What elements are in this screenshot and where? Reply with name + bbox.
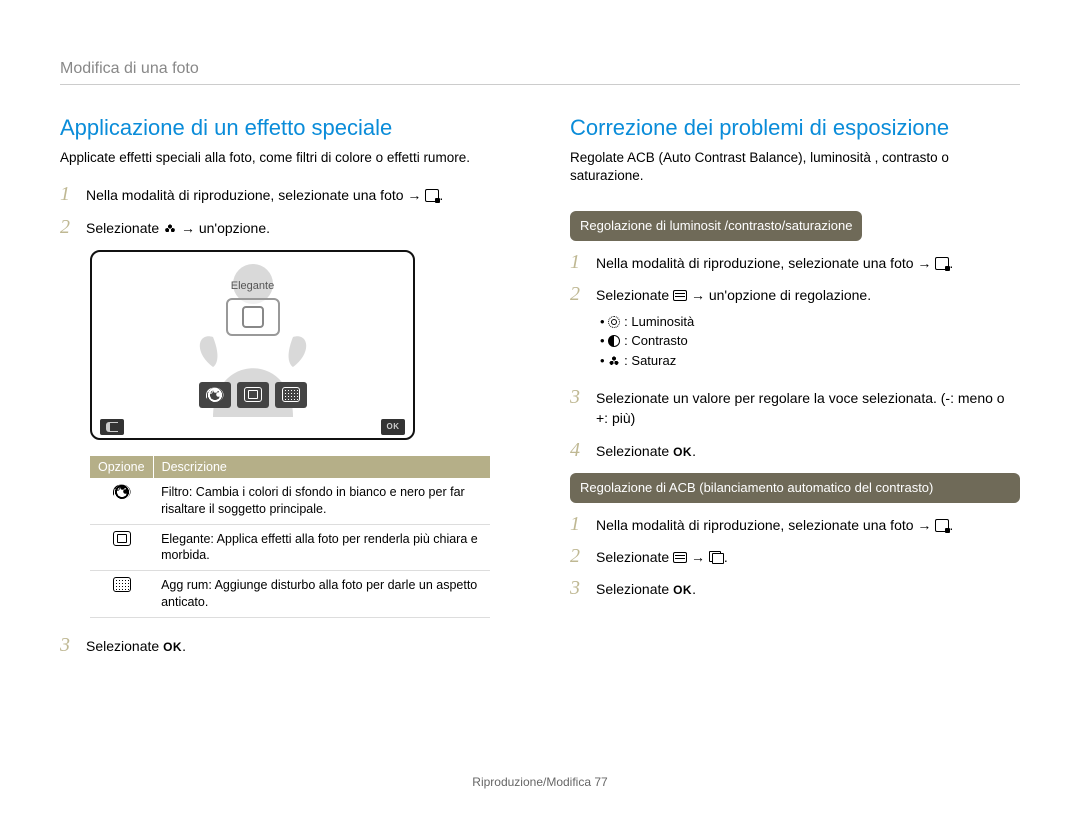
fx-icon [163, 221, 177, 235]
step-number: 1 [570, 514, 586, 534]
step2-text-b: un'opzione. [195, 220, 270, 236]
edit-icon [935, 519, 949, 532]
r2s2-a: Selezionate [596, 549, 673, 565]
footer-page: 77 [594, 775, 607, 789]
right-column: Correzione dei problemi di esposizione R… [570, 115, 1020, 668]
step-number: 2 [60, 217, 76, 237]
step3-text-b: . [182, 638, 186, 654]
step-number: 3 [60, 635, 76, 655]
brightness-icon [608, 316, 620, 328]
edit-icon [425, 189, 439, 202]
th-option: Opzione [90, 456, 153, 478]
screen-option-palette[interactable] [199, 382, 231, 408]
row-label: Filtro [161, 485, 189, 499]
noise-icon [113, 577, 131, 592]
subsection-tag-1: Regolazione di luminosit /contrasto/satu… [570, 211, 862, 241]
screen-preset-label: Elegante [92, 280, 413, 292]
step2-text-a: Selezionate [86, 220, 163, 236]
screen-footer: OK [92, 416, 413, 438]
r1s4-b: . [692, 443, 696, 459]
palette-icon [113, 484, 131, 500]
divider [60, 84, 1020, 85]
step-number: 1 [570, 252, 586, 272]
row-label: Elegante [161, 532, 210, 546]
row-desc: : Aggiunge disturbo alla foto per darle … [161, 578, 477, 609]
elegant-icon [113, 531, 131, 546]
left-steps: 1 Nella modalità di riproduzione, selezi… [60, 185, 510, 238]
ok-label: OK [673, 445, 692, 459]
screen-back-button[interactable] [100, 419, 124, 435]
step1-text-a: Nella modalità di riproduzione, selezion… [86, 187, 407, 203]
right-title: Correzione dei problemi di esposizione [570, 115, 1020, 141]
row-label: Agg rum [161, 578, 208, 592]
table-row: Elegante: Applica effetti alla foto per … [90, 524, 490, 571]
saturation-icon [608, 355, 620, 367]
r1s3: Selezionate un valore per regolare la vo… [596, 388, 1020, 429]
edit-icon [935, 257, 949, 270]
bullet-label: : Contrasto [624, 333, 688, 348]
table-row: Agg rum: Aggiunge disturbo alla foto per… [90, 571, 490, 618]
r1s1-a: Nella modalità di riproduzione, selezion… [596, 255, 917, 271]
screen-option-noise[interactable] [275, 382, 307, 408]
options-table: Opzione Descrizione Filtro: Cambia i col… [90, 456, 490, 618]
step-number: 3 [570, 387, 586, 407]
footer-section: Riproduzione/Modifica [472, 775, 594, 789]
bullet-label: : Saturaz [624, 353, 676, 368]
table-row: Filtro: Cambia i colori di sfondo in bia… [90, 478, 490, 524]
left-steps-2: 3 Selezionate OK. [60, 636, 510, 656]
adjust-icon [673, 290, 687, 301]
ok-label: OK [673, 583, 692, 597]
camera-screen-mock: Elegante OK [90, 250, 415, 440]
th-description: Descrizione [153, 456, 490, 478]
right-steps-2: 1 Nella modalità di riproduzione, selezi… [570, 515, 1020, 600]
screen-option-row [92, 382, 413, 408]
adjust-options-list: : Luminosità : Contrasto : Saturaz [600, 312, 1020, 371]
r1s2-b: un'opzione di regolazione. [705, 287, 871, 303]
r2s3-a: Selezionate [596, 581, 673, 597]
page: Modifica di una foto Applicazione di un … [0, 0, 1080, 668]
left-lead: Applicate effetti speciali alla foto, co… [60, 149, 510, 167]
page-footer: Riproduzione/Modifica 77 [0, 775, 1080, 789]
r2s2-b: . [724, 549, 728, 565]
contrast-icon [608, 335, 620, 347]
r2s1-a: Nella modalità di riproduzione, selezion… [596, 517, 917, 533]
subsection-tag-2: Regolazione di ACB (bilanciamento automa… [570, 473, 1020, 503]
ok-label: OK [163, 640, 182, 654]
right-steps-1: 1 Nella modalità di riproduzione, selezi… [570, 253, 1020, 461]
acb-icon [709, 551, 724, 564]
r1s4-a: Selezionate [596, 443, 673, 459]
screen-focus-box [226, 298, 280, 336]
right-lead: Regolate ACB (Auto Contrast Balance), lu… [570, 149, 1020, 185]
row-desc: : Cambia i colori di sfondo in bianco e … [161, 485, 465, 516]
step-number: 1 [60, 184, 76, 204]
left-column: Applicazione di un effetto speciale Appl… [60, 115, 510, 668]
adjust-icon [673, 552, 687, 563]
bullet-label: : Luminosità [624, 314, 694, 329]
step-number: 4 [570, 440, 586, 460]
step3-text-a: Selezionate [86, 638, 163, 654]
step-number: 2 [570, 284, 586, 304]
breadcrumb: Modifica di una foto [60, 60, 1020, 78]
r2s3-b: . [692, 581, 696, 597]
columns: Applicazione di un effetto speciale Appl… [60, 115, 1020, 668]
left-title: Applicazione di un effetto speciale [60, 115, 510, 141]
step-number: 2 [570, 546, 586, 566]
screen-ok-button[interactable]: OK [381, 419, 405, 435]
step-number: 3 [570, 578, 586, 598]
r1s2-a: Selezionate [596, 287, 673, 303]
screen-option-elegant[interactable] [237, 382, 269, 408]
